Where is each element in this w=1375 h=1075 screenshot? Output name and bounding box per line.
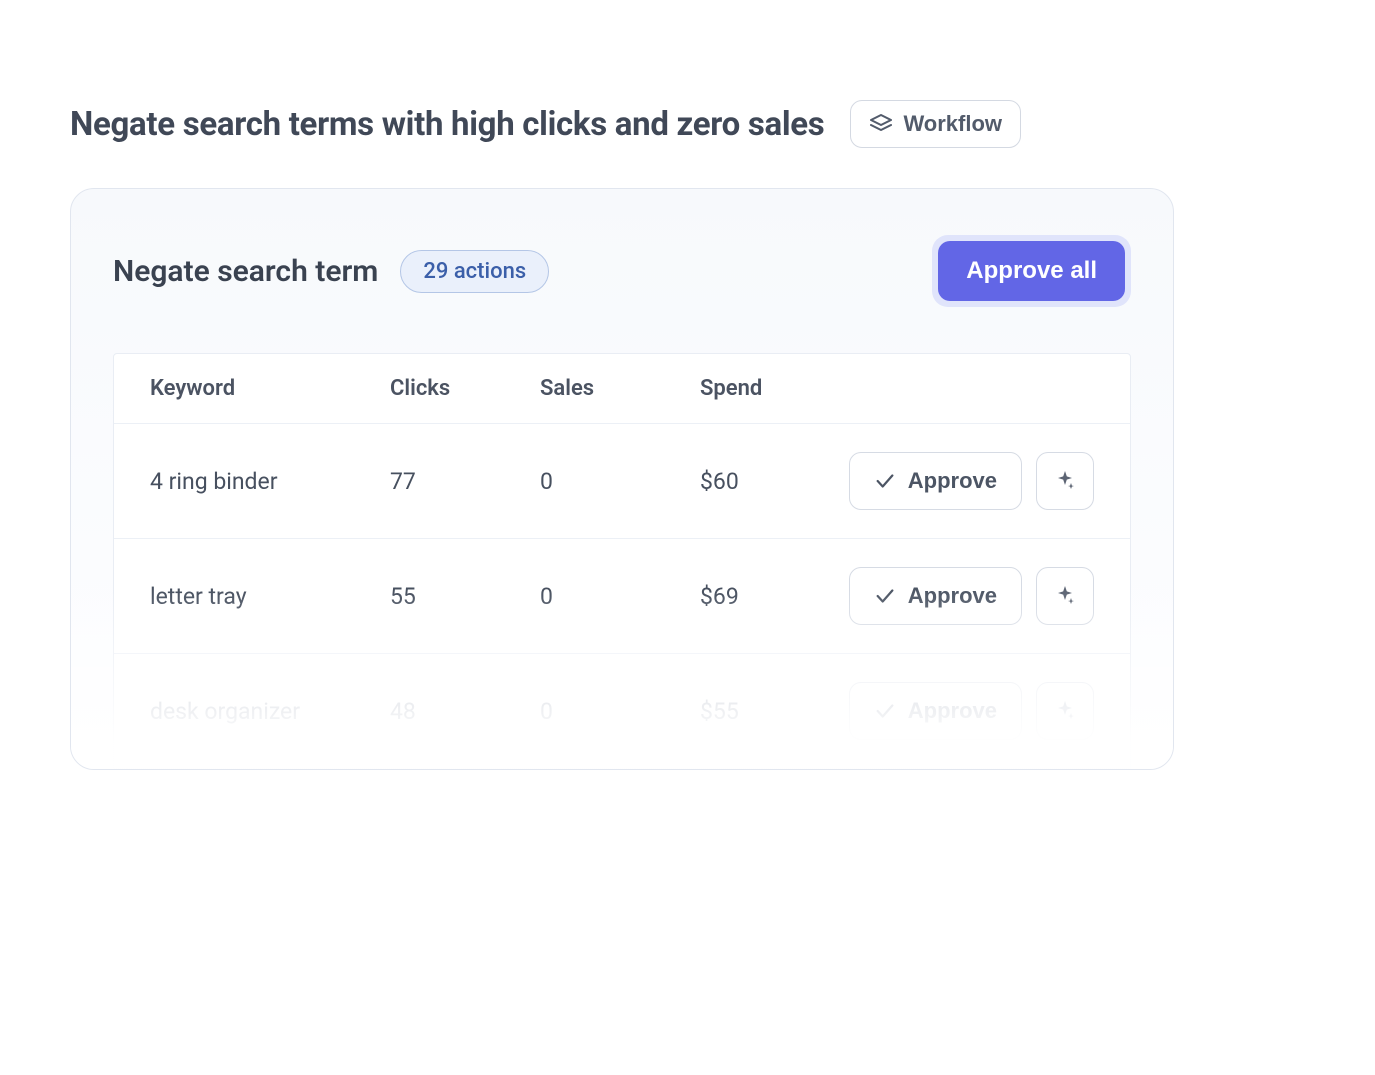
card-title: Negate search term xyxy=(113,254,378,289)
sparkle-icon xyxy=(1053,699,1077,723)
page-title: Negate search terms with high clicks and… xyxy=(70,105,824,144)
table-row: desk organizer 48 0 $55 Approve xyxy=(114,653,1130,768)
sparkle-button[interactable] xyxy=(1036,452,1094,510)
search-term-table: Keyword Clicks Sales Spend 4 ring binder… xyxy=(113,353,1131,769)
sparkle-button[interactable] xyxy=(1036,567,1094,625)
sales-cell: 0 xyxy=(540,698,700,725)
workflow-label: Workflow xyxy=(903,111,1002,137)
clicks-cell: 55 xyxy=(390,583,540,610)
check-icon xyxy=(874,700,896,722)
table-row: 4 ring binder 77 0 $60 Approve xyxy=(114,423,1130,538)
sales-cell: 0 xyxy=(540,583,700,610)
approve-button[interactable]: Approve xyxy=(849,452,1022,510)
keyword-cell: letter tray xyxy=(150,583,390,610)
check-icon xyxy=(874,585,896,607)
col-sales: Sales xyxy=(540,376,700,401)
approve-label: Approve xyxy=(908,468,997,494)
approve-label: Approve xyxy=(908,583,997,609)
check-icon xyxy=(874,470,896,492)
clicks-cell: 48 xyxy=(390,698,540,725)
negate-card: Negate search term 29 actions Approve al… xyxy=(70,188,1174,770)
clicks-cell: 77 xyxy=(390,468,540,495)
col-spend: Spend xyxy=(700,376,840,401)
approve-label: Approve xyxy=(908,698,997,724)
keyword-cell: desk organizer xyxy=(150,698,390,725)
spend-cell: $69 xyxy=(700,583,840,610)
sparkle-icon xyxy=(1053,469,1077,493)
workflow-button[interactable]: Workflow xyxy=(850,100,1021,148)
col-keyword: Keyword xyxy=(150,376,390,401)
spend-cell: $55 xyxy=(700,698,840,725)
sales-cell: 0 xyxy=(540,468,700,495)
approve-button[interactable]: Approve xyxy=(849,567,1022,625)
card-header: Negate search term 29 actions Approve al… xyxy=(71,189,1173,337)
approve-all-button[interactable]: Approve all xyxy=(938,241,1125,301)
page-header: Negate search terms with high clicks and… xyxy=(70,100,1305,148)
table-header: Keyword Clicks Sales Spend xyxy=(114,354,1130,423)
spend-cell: $60 xyxy=(700,468,840,495)
actions-badge: 29 actions xyxy=(400,250,549,293)
col-clicks: Clicks xyxy=(390,376,540,401)
keyword-cell: 4 ring binder xyxy=(150,468,390,495)
sparkle-button[interactable] xyxy=(1036,682,1094,740)
sparkle-icon xyxy=(1053,584,1077,608)
layers-icon xyxy=(869,112,893,136)
table-row: letter tray 55 0 $69 Approve xyxy=(114,538,1130,653)
approve-button[interactable]: Approve xyxy=(849,682,1022,740)
